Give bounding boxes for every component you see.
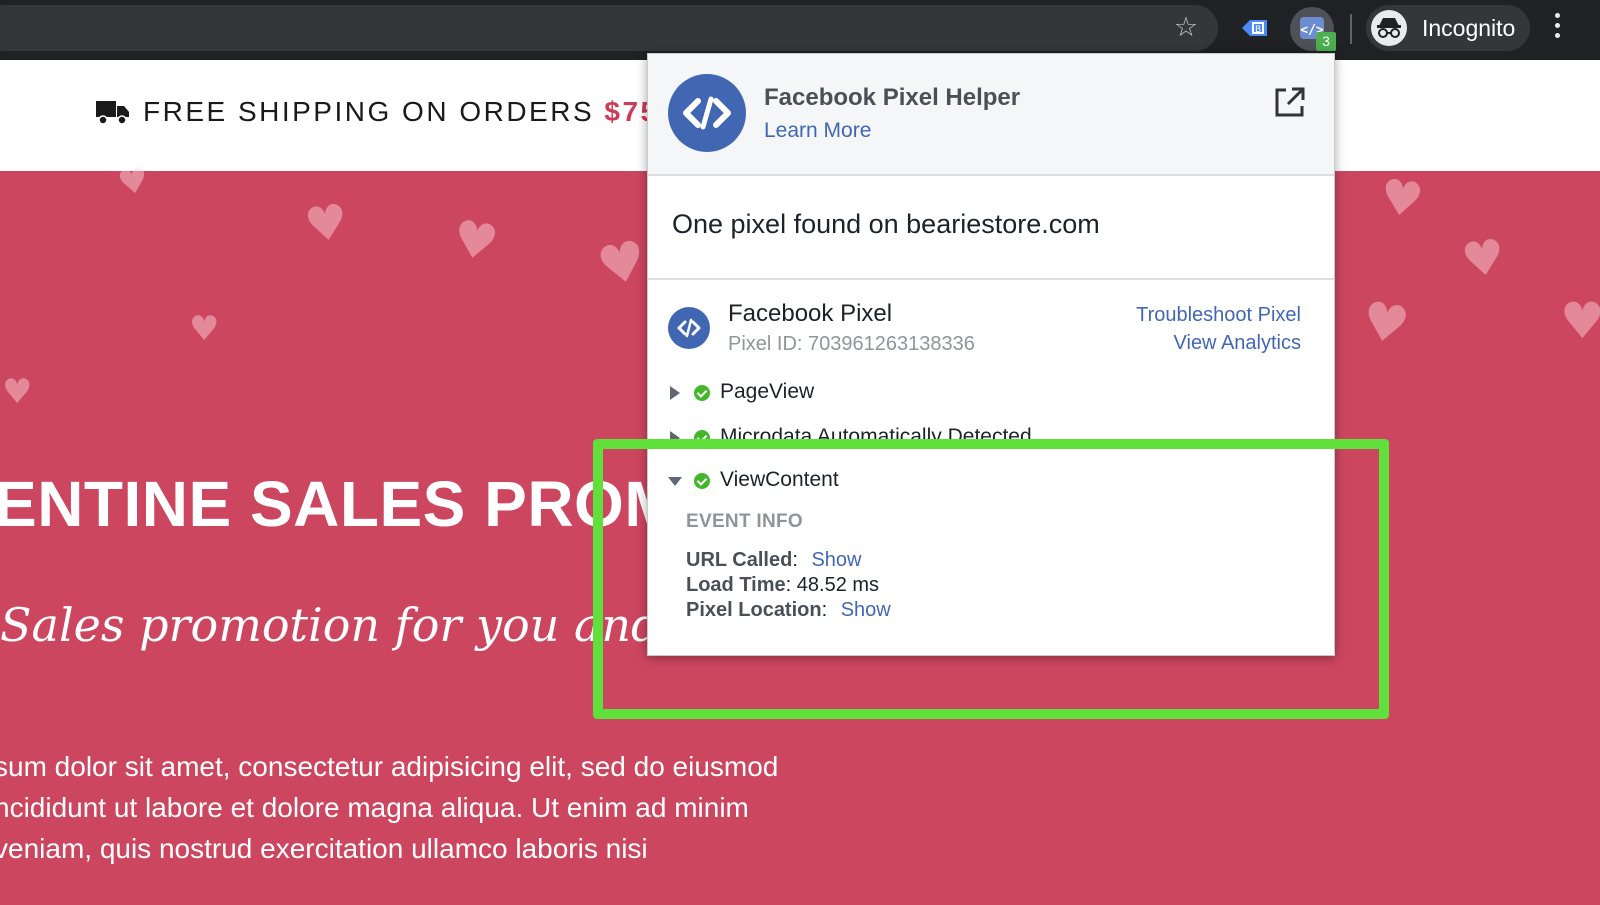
toolbar-separator xyxy=(1350,14,1352,44)
browser-toolbar: ☆ B </> 3 Incognito xyxy=(0,0,1600,60)
profile-button[interactable]: Incognito xyxy=(1366,5,1530,51)
popup-header: Facebook Pixel Helper Learn More xyxy=(648,54,1334,176)
heart-icon: ♥ xyxy=(1560,292,1600,350)
hero-body-line: veniam, quis nostrud exercitation ullamc… xyxy=(0,833,648,864)
learn-more-link[interactable]: Learn More xyxy=(764,119,871,143)
hero-body-line: ncididunt ut labore et dolore magna aliq… xyxy=(0,792,749,823)
address-bar[interactable] xyxy=(0,5,1218,51)
event-name: PageView xyxy=(720,380,815,403)
truck-icon xyxy=(96,101,129,125)
heart-icon: ♥ xyxy=(189,309,220,349)
pixel-name: Facebook Pixel xyxy=(728,300,893,327)
shipping-text: FREE SHIPPING ON ORDERS $75+ xyxy=(143,96,677,128)
heart-icon: ♥ xyxy=(591,227,653,300)
expand-arrow-icon[interactable] xyxy=(668,385,682,401)
heart-icon: ♥ xyxy=(1458,228,1509,290)
incognito-icon xyxy=(1371,10,1407,46)
pixel-helper-logo-icon xyxy=(668,74,746,152)
heart-icon: ♥ xyxy=(448,208,503,274)
check-icon xyxy=(694,385,710,401)
pixel-id: Pixel ID: 703961263138336 xyxy=(728,333,975,355)
svg-text:B: B xyxy=(1255,25,1261,35)
hero-body-line: sum dolor sit amet, consectetur adipisic… xyxy=(0,751,779,782)
popup-title: Facebook Pixel Helper xyxy=(764,84,1021,111)
extension-icon[interactable]: B xyxy=(1240,14,1270,42)
heart-icon: ♥ xyxy=(1357,290,1414,358)
pixel-helper-extension-button[interactable]: </> 3 xyxy=(1290,7,1336,51)
view-analytics-link[interactable]: View Analytics xyxy=(1174,332,1301,355)
pixel-icon xyxy=(668,307,710,349)
heart-icon: ♥ xyxy=(114,159,152,205)
hero-body: sum dolor sit amet, consectetur adipisic… xyxy=(0,746,894,869)
heart-icon: ♥ xyxy=(301,193,352,255)
heart-icon: ♥ xyxy=(2,372,33,412)
heart-icon: ♥ xyxy=(1376,168,1427,230)
highlight-box xyxy=(593,439,1389,719)
external-link-icon[interactable] xyxy=(1273,85,1307,119)
extension-badge: 3 xyxy=(1316,32,1336,51)
profile-label: Incognito xyxy=(1422,15,1516,41)
hero-title: ENTINE SALES PROM xyxy=(0,468,679,540)
divider xyxy=(648,278,1334,280)
shipping-label: FREE SHIPPING ON ORDERS xyxy=(143,96,595,127)
menu-icon[interactable] xyxy=(1552,13,1562,43)
troubleshoot-pixel-link[interactable]: Troubleshoot Pixel xyxy=(1136,304,1301,327)
pixels-found-text: One pixel found on beariestore.com xyxy=(672,209,1100,239)
star-icon[interactable]: ☆ xyxy=(1172,12,1200,44)
